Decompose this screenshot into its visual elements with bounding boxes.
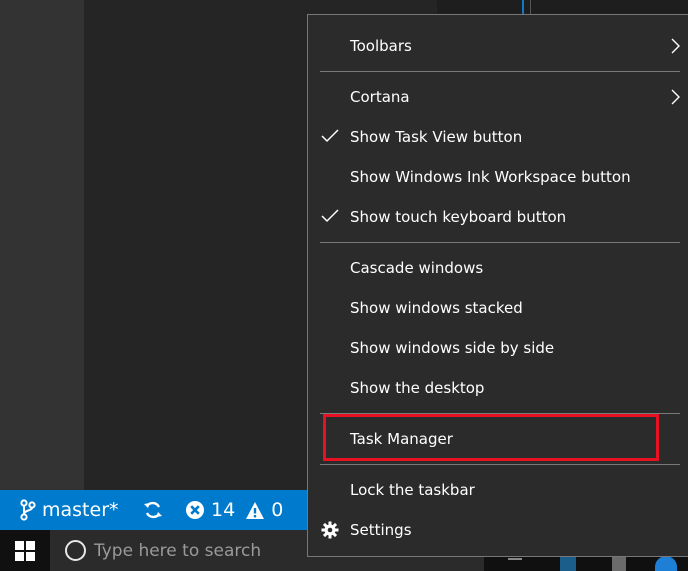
task-manager-highlight-box bbox=[323, 414, 659, 461]
scroll-divider bbox=[530, 0, 531, 14]
menu-item-windows-stacked[interactable]: Show windows stacked bbox=[308, 288, 688, 328]
menu-item-show-ink-workspace[interactable]: Show Windows Ink Workspace button bbox=[308, 157, 688, 197]
warning-icon bbox=[246, 501, 265, 519]
chevron-right-icon bbox=[671, 89, 680, 105]
branch-name: master* bbox=[42, 499, 119, 521]
git-branch-icon bbox=[20, 499, 36, 521]
menu-item-label: Show windows stacked bbox=[350, 299, 523, 317]
menu-separator bbox=[320, 464, 680, 465]
menu-item-label: Settings bbox=[350, 521, 412, 539]
activity-bar bbox=[0, 0, 84, 490]
taskbar-app-icon[interactable] bbox=[655, 556, 677, 571]
taskbar-app-icon[interactable] bbox=[508, 558, 522, 560]
chevron-right-icon bbox=[671, 38, 680, 54]
menu-item-show-touch-keyboard[interactable]: Show touch keyboard button bbox=[308, 197, 688, 237]
gear-icon bbox=[321, 521, 339, 539]
menu-item-label: Toolbars bbox=[350, 37, 412, 55]
menu-item-lock-taskbar[interactable]: Lock the taskbar bbox=[308, 470, 688, 510]
sync-icon bbox=[144, 501, 162, 519]
menu-item-show-desktop[interactable]: Show the desktop bbox=[308, 368, 688, 408]
menu-item-cortana[interactable]: Cortana bbox=[308, 77, 688, 117]
editor-tab-strip bbox=[437, 0, 688, 14]
cortana-circle-icon bbox=[65, 540, 86, 561]
windows-logo-icon bbox=[15, 540, 35, 561]
taskbar-context-menu: Toolbars Cortana Show Task View button S… bbox=[307, 14, 688, 557]
menu-item-cascade-windows[interactable]: Cascade windows bbox=[308, 248, 688, 288]
scroll-indicator bbox=[522, 0, 524, 14]
menu-item-label: Show Windows Ink Workspace button bbox=[350, 168, 631, 186]
start-button[interactable] bbox=[0, 530, 50, 571]
menu-item-label: Show windows side by side bbox=[350, 339, 555, 357]
problems-indicator[interactable]: 14 0 bbox=[185, 490, 283, 530]
menu-item-label: Cortana bbox=[350, 88, 410, 106]
menu-separator bbox=[320, 71, 680, 72]
menu-item-label: Show touch keyboard button bbox=[350, 208, 567, 226]
menu-item-show-task-view[interactable]: Show Task View button bbox=[308, 117, 688, 157]
menu-item-label: Show the desktop bbox=[350, 379, 485, 397]
warning-count: 0 bbox=[271, 499, 284, 521]
menu-item-label: Cascade windows bbox=[350, 259, 484, 277]
sync-button[interactable] bbox=[143, 490, 163, 530]
error-icon bbox=[186, 501, 204, 519]
checkmark-icon bbox=[321, 129, 339, 143]
checkmark-icon bbox=[321, 209, 339, 223]
error-count: 14 bbox=[211, 499, 236, 521]
menu-separator bbox=[320, 242, 680, 243]
menu-item-settings[interactable]: Settings bbox=[308, 510, 688, 550]
menu-item-windows-side-by-side[interactable]: Show windows side by side bbox=[308, 328, 688, 368]
branch-indicator[interactable]: master* bbox=[20, 490, 119, 530]
menu-item-toolbars[interactable]: Toolbars bbox=[308, 26, 688, 66]
search-placeholder: Type here to search bbox=[94, 540, 262, 561]
menu-item-label: Show Task View button bbox=[350, 128, 523, 146]
menu-item-label: Lock the taskbar bbox=[350, 481, 475, 499]
